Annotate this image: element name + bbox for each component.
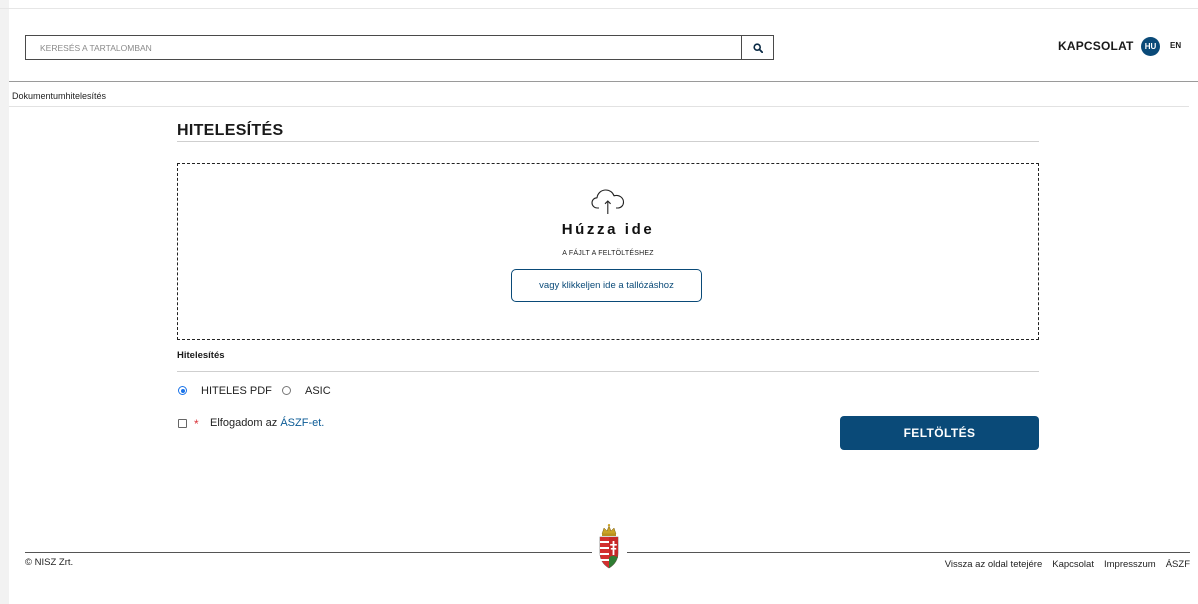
contact-link[interactable]: KAPCSOLAT [1058, 39, 1134, 53]
section-label: Hitelesítés [177, 350, 225, 361]
footer-link-back-to-top[interactable]: Vissza az oldal tetejére [945, 559, 1043, 570]
upload-button[interactable]: FELTÖLTÉS [840, 416, 1039, 450]
footer-link-terms[interactable]: ÁSZF [1166, 559, 1190, 570]
lang-hu-button[interactable]: HU [1141, 37, 1160, 56]
file-dropzone[interactable]: Húzza ide A FÁJLT A FELTÖLTÉSHEZ vagy kl… [177, 163, 1039, 340]
terms-link[interactable]: ÁSZF-et. [280, 417, 324, 429]
radio-hiteles-pdf[interactable] [178, 386, 187, 395]
dropzone-subtitle: A FÁJLT A FELTÖLTÉSHEZ [562, 250, 654, 257]
search-bar [25, 35, 774, 60]
top-divider [0, 8, 1198, 9]
search-button[interactable] [741, 36, 773, 59]
page-title: HITELESÍTÉS [177, 122, 284, 139]
footer-divider-left [25, 552, 592, 553]
terms-label: Elfogadom az ÁSZF-et. [210, 417, 324, 429]
browse-button[interactable]: vagy klikkeljen ide a tallózáshoz [511, 269, 702, 302]
required-mark: * [194, 417, 199, 431]
footer-link-contact[interactable]: Kapcsolat [1052, 559, 1094, 570]
terms-checkbox[interactable] [178, 419, 187, 428]
terms-text: Elfogadom az [210, 417, 281, 429]
search-icon [752, 42, 763, 53]
section-divider [177, 371, 1039, 372]
lang-en-button[interactable]: EN [1170, 41, 1181, 50]
search-input[interactable] [26, 36, 742, 59]
radio-asic[interactable] [282, 386, 291, 395]
footer-link-imprint[interactable]: Impresszum [1104, 559, 1156, 570]
breadcrumb[interactable]: Dokumentumhitelesítés [12, 91, 106, 101]
cloud-upload-icon [591, 189, 625, 214]
header-divider [9, 81, 1198, 82]
footer-links: Vissza az oldal tetejére Kapcsolat Impre… [945, 559, 1190, 570]
radio-label-asic[interactable]: ASIC [305, 385, 331, 397]
radio-label-hiteles-pdf[interactable]: HITELES PDF [201, 385, 272, 397]
breadcrumb-divider [9, 106, 1189, 107]
title-divider [177, 141, 1039, 142]
dropzone-title: Húzza ide [561, 221, 655, 238]
copyright: © NISZ Zrt. [25, 557, 74, 568]
coat-of-arms-icon [599, 524, 619, 569]
left-edge-strip [0, 0, 9, 604]
footer-divider-right [627, 552, 1190, 553]
